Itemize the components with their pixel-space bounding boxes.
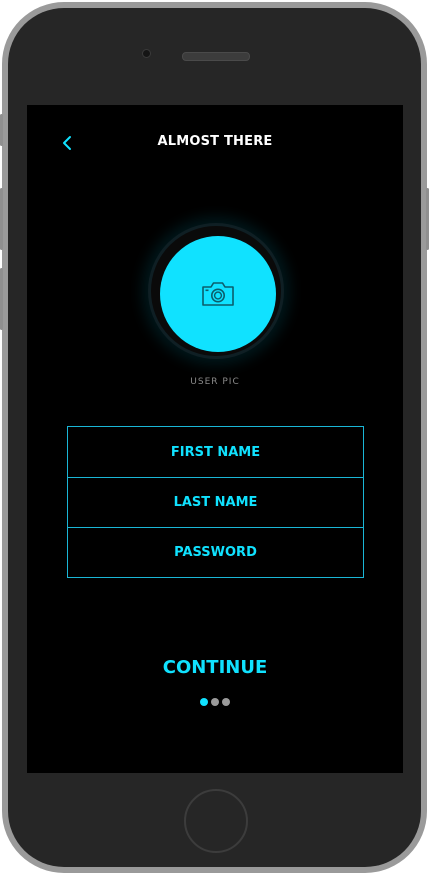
home-button[interactable] — [184, 789, 248, 853]
volume-down-button — [0, 268, 3, 330]
first-name-field[interactable]: FIRST NAME — [68, 427, 363, 477]
continue-button[interactable]: CONTINUE — [27, 657, 403, 678]
user-pic-button[interactable] — [160, 236, 276, 352]
password-field[interactable]: PASSWORD — [68, 527, 363, 577]
signup-form: FIRST NAME LAST NAME PASSWORD — [67, 426, 364, 578]
mute-switch — [0, 114, 3, 146]
page-dot-3 — [222, 698, 230, 706]
power-button — [426, 188, 429, 250]
page-title: ALMOST THERE — [157, 134, 273, 149]
user-pic-label: USER PIC — [190, 377, 240, 387]
app-screen: ALMOST THERE USER PIC FIRST NAME LAST NA… — [27, 105, 403, 773]
camera-icon — [202, 282, 234, 306]
page-indicator — [27, 698, 403, 706]
page-dot-2 — [211, 698, 219, 706]
last-name-field[interactable]: LAST NAME — [68, 477, 363, 527]
earpiece-speaker — [182, 52, 250, 61]
front-camera — [142, 49, 151, 58]
volume-up-button — [0, 188, 3, 250]
page-dot-1 — [200, 698, 208, 706]
